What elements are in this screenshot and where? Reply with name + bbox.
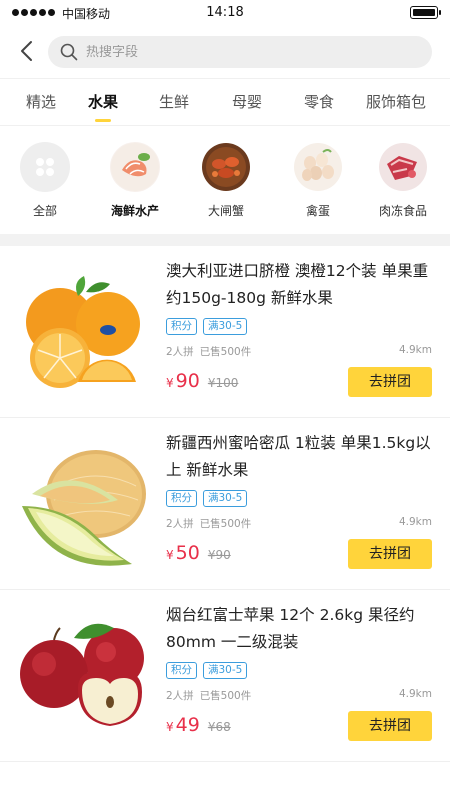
subcategory-row: 全部 海鲜水产 大闸蟹 禽蛋 肉冻食品 <box>0 126 450 234</box>
points-tag: 积分 <box>166 490 197 507</box>
subcategory-label: 海鲜水产 <box>110 204 159 218</box>
eggs-image <box>293 142 343 192</box>
tab-maternal-baby[interactable]: 母婴 <box>224 79 270 125</box>
battery-icon <box>410 6 441 19</box>
points-tag: 积分 <box>166 662 197 679</box>
crab-image <box>201 142 251 192</box>
subcategory-all[interactable]: 全部 <box>5 142 85 219</box>
tab-apparel-bags[interactable]: 服饰箱包 <box>356 79 436 125</box>
sold-count: 已售500件 <box>199 518 252 530</box>
subcategory-label: 肉冻食品 <box>378 204 427 218</box>
distance: 4.9km <box>398 516 432 528</box>
search-bar[interactable] <box>48 36 432 68</box>
product-card[interactable]: 烟台红富士苹果 12个 2.6kg 果径约80mm 一二级混装 积分 满30-5… <box>0 590 450 762</box>
group-size: 2人拼 <box>166 518 194 530</box>
product-title: 新疆西州蜜哈密瓜 1粒装 单果1.5kg以上 新鲜水果 <box>166 434 431 479</box>
discount-tag: 满30-5 <box>203 490 248 507</box>
subcategory-eggs[interactable]: 禽蛋 <box>278 142 358 219</box>
product-tags: 积分 满30-5 <box>166 318 248 335</box>
distance: 4.9km <box>398 688 432 700</box>
back-button[interactable] <box>12 36 40 66</box>
points-tag: 积分 <box>166 318 197 335</box>
subcategory-label: 大闸蟹 <box>207 204 244 218</box>
product-title: 烟台红富士苹果 12个 2.6kg 果径约80mm 一二级混装 <box>166 606 415 651</box>
orange-image <box>16 264 148 396</box>
group-size: 2人拼 <box>166 690 194 702</box>
product-tags: 积分 满30-5 <box>166 662 248 679</box>
currency-symbol: ¥ <box>166 376 174 390</box>
currency-symbol: ¥ <box>166 720 174 734</box>
melon-image <box>16 436 148 568</box>
tab-snacks[interactable]: 零食 <box>296 79 342 125</box>
group-info: 2人拼 已售500件 <box>166 516 251 531</box>
sold-count: 已售500件 <box>199 346 252 358</box>
back-arrow-icon <box>21 41 32 61</box>
subcategory-label: 全部 <box>32 204 57 218</box>
all-grid-icon <box>20 142 70 192</box>
product-card[interactable]: 新疆西州蜜哈密瓜 1粒装 单果1.5kg以上 新鲜水果 积分 满30-5 2人拼… <box>0 418 450 590</box>
tab-fruit[interactable]: 水果 <box>80 79 126 125</box>
discount-tag: 满30-5 <box>203 318 248 335</box>
seafood-image <box>110 142 160 192</box>
frozen-meat-image <box>378 142 428 192</box>
tab-fresh[interactable]: 生鲜 <box>151 79 197 125</box>
subcategory-frozen-meat[interactable]: 肉冻食品 <box>363 142 443 219</box>
price-row: ¥ 90 ¥100 <box>166 370 238 392</box>
join-group-button[interactable]: 去拼团 <box>348 711 432 741</box>
search-input[interactable] <box>86 44 406 60</box>
original-price: ¥90 <box>207 548 231 562</box>
subcategory-seafood[interactable]: 海鲜水产 <box>95 142 175 219</box>
discount-tag: 满30-5 <box>203 662 248 679</box>
group-price: 49 <box>175 714 200 736</box>
header <box>0 26 450 78</box>
price-row: ¥ 49 ¥68 <box>166 714 231 736</box>
product-tags: 积分 满30-5 <box>166 490 248 507</box>
join-group-button[interactable]: 去拼团 <box>348 367 432 397</box>
currency-symbol: ¥ <box>166 548 174 562</box>
section-divider <box>0 234 450 246</box>
join-group-button[interactable]: 去拼团 <box>348 539 432 569</box>
category-tabs: 精选 水果 生鲜 母婴 零食 服饰箱包 <box>0 78 450 126</box>
apple-image <box>16 608 148 740</box>
group-info: 2人拼 已售500件 <box>166 688 251 703</box>
subcategory-label: 禽蛋 <box>305 204 330 218</box>
tab-featured[interactable]: 精选 <box>18 79 64 125</box>
search-icon <box>60 43 78 61</box>
original-price: ¥100 <box>207 376 239 390</box>
price-row: ¥ 50 ¥90 <box>166 542 231 564</box>
distance: 4.9km <box>398 344 432 356</box>
group-size: 2人拼 <box>166 346 194 358</box>
product-title: 澳大利亚进口脐橙 澳橙12个装 单果重约150g-180g 新鲜水果 <box>166 262 429 307</box>
group-price: 90 <box>175 370 200 392</box>
active-tab-indicator <box>95 119 111 122</box>
group-info: 2人拼 已售500件 <box>166 344 251 359</box>
status-bar: 中国移动 14:18 <box>0 0 450 26</box>
group-price: 50 <box>175 542 200 564</box>
status-time: 14:18 <box>206 5 244 20</box>
original-price: ¥68 <box>207 720 231 734</box>
product-card[interactable]: 澳大利亚进口脐橙 澳橙12个装 单果重约150g-180g 新鲜水果 积分 满3… <box>0 246 450 418</box>
subcategory-crab[interactable]: 大闸蟹 <box>186 142 266 219</box>
sold-count: 已售500件 <box>199 690 252 702</box>
